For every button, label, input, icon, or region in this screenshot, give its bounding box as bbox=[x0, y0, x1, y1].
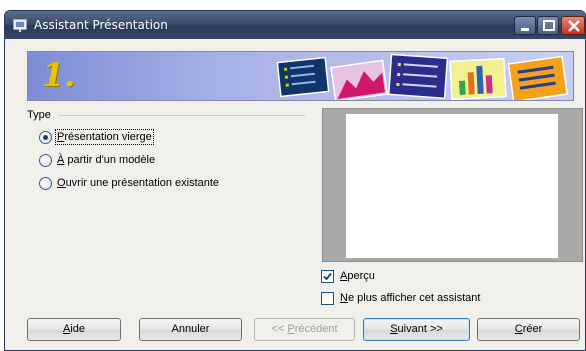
minimize-icon bbox=[521, 28, 529, 31]
checkbox-label: Ne plus afficher cet assistant bbox=[340, 292, 481, 304]
maximize-button[interactable] bbox=[537, 16, 559, 35]
window-title: Assistant Présentation bbox=[34, 18, 168, 32]
close-button[interactable] bbox=[561, 16, 585, 35]
group-divider bbox=[59, 115, 305, 116]
create-button[interactable]: Créer bbox=[477, 318, 580, 341]
maximize-icon bbox=[543, 20, 555, 31]
radio-button[interactable] bbox=[39, 130, 52, 144]
preview-area bbox=[322, 108, 583, 262]
presentation-slides-illustration bbox=[276, 53, 569, 100]
step-number: 1. bbox=[42, 56, 76, 94]
checkbox[interactable] bbox=[321, 291, 334, 305]
impress-app-icon bbox=[13, 19, 27, 32]
radio-open-existing[interactable]: Ouvrir une présentation existante bbox=[39, 175, 219, 191]
preview-page bbox=[346, 114, 558, 258]
radio-label: À partir d'un modèle bbox=[57, 154, 156, 166]
minimize-button[interactable] bbox=[514, 16, 536, 35]
close-icon bbox=[568, 20, 580, 32]
checkbox-preview[interactable]: Aperçu bbox=[321, 268, 375, 284]
type-legend: Type bbox=[27, 109, 51, 121]
wizard-banner: 1. bbox=[27, 51, 574, 101]
radio-label: Ouvrir une présentation existante bbox=[57, 177, 220, 189]
next-button[interactable]: Suivant >> bbox=[363, 318, 470, 341]
radio-button[interactable] bbox=[39, 153, 52, 167]
help-button[interactable]: Aide bbox=[27, 318, 121, 341]
checkbox[interactable] bbox=[321, 269, 334, 283]
radio-label: Présentation vierge bbox=[55, 129, 154, 145]
checkmark-icon bbox=[323, 272, 332, 280]
previous-button[interactable]: << Précédent bbox=[254, 318, 355, 341]
radio-from-template[interactable]: À partir d'un modèle bbox=[39, 152, 155, 168]
assistant-dialog: Assistant Présentation 1. Type Présentat… bbox=[4, 10, 586, 351]
checkbox-dont-show-again[interactable]: Ne plus afficher cet assistant bbox=[321, 290, 480, 306]
title-bar[interactable]: Assistant Présentation bbox=[5, 11, 585, 39]
checkbox-label: Aperçu bbox=[340, 270, 375, 282]
radio-button[interactable] bbox=[39, 176, 52, 190]
cancel-button[interactable]: Annuler bbox=[139, 318, 242, 341]
radio-blank-presentation[interactable]: Présentation vierge bbox=[39, 129, 154, 145]
type-group: Type Présentation vierge À partir d'un m… bbox=[27, 109, 307, 209]
